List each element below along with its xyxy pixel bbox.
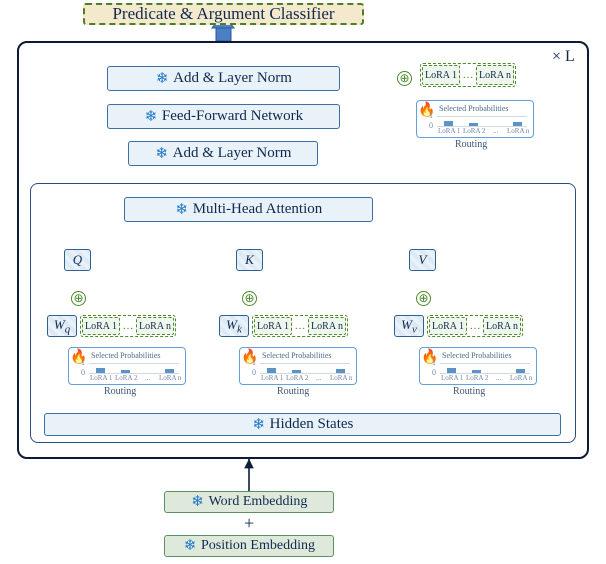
- pos-emb-label: Position Embedding: [201, 538, 315, 554]
- xtick-dots: ...: [493, 127, 498, 135]
- xtick: LoRA 1: [90, 374, 112, 382]
- q-label: Q: [73, 252, 82, 268]
- snow-icon: [183, 539, 197, 553]
- snow-icon: [155, 147, 169, 161]
- attention-block: [30, 183, 576, 443]
- xtick: LoRA 2: [466, 374, 488, 382]
- ytick-0: 0: [252, 368, 256, 377]
- xtick: LoRA 2: [286, 374, 308, 382]
- xtick: LoRA n: [330, 374, 352, 382]
- word-embedding: Word Embedding: [164, 491, 334, 513]
- sum-v-node: ⊕: [416, 291, 431, 306]
- v-label: V: [419, 252, 427, 268]
- prob-title: Selected Probabilities: [439, 104, 509, 113]
- ytick-1: 1: [252, 358, 256, 367]
- xtick-dots: ...: [145, 374, 150, 382]
- w-label: Wk: [226, 317, 242, 336]
- classifier-label: Predicate & Argument Classifier: [112, 4, 334, 24]
- lora-cell: LoRA n: [476, 65, 514, 85]
- hidden-label: Hidden States: [270, 416, 354, 433]
- routing-label: Routing: [455, 139, 487, 150]
- lora-group-k: LoRA 1 … LoRA n: [252, 315, 348, 337]
- position-embedding: Position Embedding: [164, 535, 334, 557]
- dots-icon: …: [462, 65, 475, 85]
- plus-label: +: [244, 513, 254, 534]
- k-head: K: [236, 249, 263, 271]
- routing-panel-k: Selected Probabilities 1 0 LoRA 1 LoRA 2…: [239, 347, 357, 385]
- xtick-dots: ...: [496, 374, 501, 382]
- mha-label: Multi-Head Attention: [193, 201, 323, 218]
- lora-cell: LoRA 1: [254, 317, 292, 335]
- lora-cell: LoRA n: [308, 317, 346, 335]
- w-label: Wv: [401, 317, 417, 336]
- xtick: LoRA 2: [463, 127, 485, 135]
- ffn-bar: Feed-Forward Network: [107, 104, 340, 129]
- lora-cell: LoRA 1: [422, 65, 460, 85]
- wv-box: Wv: [394, 315, 424, 337]
- ytick-0: 0: [432, 368, 436, 377]
- lora-cell: LoRA n: [136, 317, 174, 335]
- snow-icon: [191, 495, 205, 509]
- xtick: LoRA 2: [115, 374, 137, 382]
- ytick-0: 0: [81, 368, 85, 377]
- routing-panel-v: Selected Probabilities 1 0 LoRA 1 LoRA 2…: [419, 347, 537, 385]
- snow-icon: [155, 72, 169, 86]
- xtick: LoRA 1: [441, 374, 463, 382]
- ytick-1: 1: [81, 358, 85, 367]
- prob-title: Selected Probabilities: [262, 351, 332, 360]
- lora-cell: LoRA 1: [82, 317, 120, 335]
- word-emb-label: Word Embedding: [209, 494, 308, 510]
- ytick-1: 1: [432, 358, 436, 367]
- addnorm2-label: Add & Layer Norm: [173, 70, 292, 87]
- prob-title: Selected Probabilities: [91, 351, 161, 360]
- dots-icon: …: [469, 317, 482, 335]
- addnorm1-bar: Add & Layer Norm: [128, 141, 318, 166]
- lora-cell: LoRA 1: [429, 317, 467, 335]
- routing-label: Routing: [453, 386, 485, 397]
- xtick: LoRA 1: [438, 127, 460, 135]
- routing-label: Routing: [104, 386, 136, 397]
- snow-icon: [252, 418, 266, 432]
- sum-q-node: ⊕: [71, 291, 86, 306]
- xtick: LoRA n: [159, 374, 181, 382]
- dots-icon: …: [294, 317, 307, 335]
- routing-panel-q: Selected Probabilities 1 0 LoRA 1 LoRA 2…: [68, 347, 186, 385]
- times-L-label: × L: [552, 48, 575, 66]
- xtick: LoRA n: [510, 374, 532, 382]
- dots-icon: …: [122, 317, 135, 335]
- q-head: Q: [64, 249, 91, 271]
- mha-bar: Multi-Head Attention: [124, 197, 373, 222]
- wk-box: Wk: [219, 315, 249, 337]
- sum-k-node: ⊕: [242, 291, 257, 306]
- addnorm1-label: Add & Layer Norm: [173, 145, 292, 162]
- prob-title: Selected Probabilities: [442, 351, 512, 360]
- ytick-0: 0: [429, 121, 433, 130]
- lora-group-v: LoRA 1 … LoRA n: [427, 315, 523, 337]
- snow-icon: [144, 110, 158, 124]
- ffn-label: Feed-Forward Network: [162, 108, 303, 125]
- ytick-1: 1: [429, 111, 433, 120]
- routing-panel-ffn: Selected Probabilities 1 0 LoRA 1 LoRA 2…: [416, 100, 534, 138]
- k-label: K: [245, 252, 254, 268]
- v-head: V: [409, 249, 436, 271]
- sum-ffn-node: ⊕: [397, 71, 412, 86]
- xtick: LoRA n: [507, 127, 529, 135]
- snow-icon: [175, 203, 189, 217]
- hidden-states-bar: Hidden States: [44, 413, 561, 436]
- xtick-dots: ...: [316, 374, 321, 382]
- classifier-box: Predicate & Argument Classifier: [83, 3, 364, 25]
- routing-label: Routing: [277, 386, 309, 397]
- addnorm2-bar: Add & Layer Norm: [107, 66, 340, 91]
- lora-group-ffn: LoRA 1 … LoRA n: [420, 63, 516, 87]
- w-label: Wq: [54, 317, 70, 336]
- lora-group-q: LoRA 1 … LoRA n: [80, 315, 176, 337]
- xtick: LoRA 1: [261, 374, 283, 382]
- wq-box: Wq: [47, 315, 77, 337]
- lora-cell: LoRA n: [483, 317, 521, 335]
